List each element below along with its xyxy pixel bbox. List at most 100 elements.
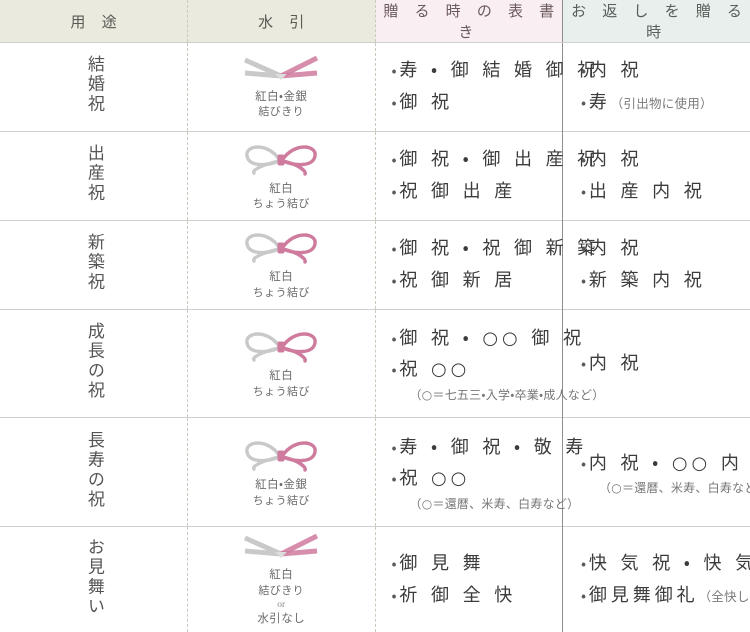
entry-line: ・内 祝 ・ ○○ 内 祝 [581,448,750,480]
mizuhiki-cell: 紅白 ちょう結び [187,220,376,310]
usage-label: お見舞い [83,538,104,618]
entry-line: ・新 築 内 祝 [581,265,750,297]
entry-text: 祝 御 出 産 [399,180,517,202]
bullet-icon: ・ [581,454,589,473]
mizuhiki-musubikiri-icon [244,55,319,80]
mizuhiki-label-line1: 紅白 [269,269,294,284]
usage-cell: お見舞い [0,526,188,632]
mizuhiki-cell: 紅白 ちょう結び [187,309,376,418]
table-row: 新築祝 紅白 ちょう結び ・御 祝 ・ 祝 御 新 築・祝 御 新 居・内 祝・新 … [0,220,750,310]
cell-note: （○＝七五三・入学・卒業・成人など） [409,387,605,402]
entry-text: 御 祝 ・ ○○ 御 祝 [399,327,585,349]
header-mizuhiki: 水 引 [187,0,376,43]
bullet-icon: ・ [581,93,589,112]
usage-cell: 結婚祝 [0,42,188,132]
mizuhiki-label-line1: 紅白・金銀 [255,477,308,492]
giving-cell: ・御 見 舞・祈 御 全 快 [375,526,563,632]
entry-text: 御 祝 ・ 御 出 産 祝 [399,149,600,171]
entry-text: 寿 ・ 御 祝 ・ 敬 寿 [399,436,588,458]
bullet-icon: ・ [581,62,589,81]
mizuhiki-wrap: 紅白 ちょう結び [188,327,375,399]
usage-cell: 出産祝 [0,131,188,221]
mizuhiki-wrap: 紅白 結びきり or 水引なし [188,532,375,626]
usage-cell: 新築祝 [0,220,188,310]
bullet-icon: ・ [581,586,589,605]
bullet-icon: ・ [581,354,589,373]
mizuhiki-wrap: 紅白 ちょう結び [188,140,375,212]
giving-cell: ・寿 ・ 御 結 婚 御 祝・御 祝 [375,42,596,132]
entry-line: ・快 気 祝 ・ 快 気 内 祝 [581,548,750,580]
header-return: お 返 し を 贈 る 時 [562,0,750,43]
entry-line: ・御見舞御礼（全快していない時） [581,580,750,612]
entry-text: 御 祝 [399,91,453,113]
bullet-icon: ・ [581,151,589,170]
entry-line: ・御 祝 ・ 祝 御 新 築 [392,233,596,265]
entry-line: ・寿（引出物に使用） [581,87,750,119]
cell-note: （○＝還暦、米寿、白寿など） [599,481,750,496]
entry-text: 内 祝 ・ ○○ 内 祝 [588,452,750,474]
entry-text: 御 祝 ・ 祝 御 新 築 [399,238,600,260]
mizuhiki-chomusubi-icon [245,233,317,265]
entry-text: 御見舞御礼 [588,584,699,606]
mizuhiki-wrap: 紅白 ちょう結び [188,228,375,300]
entry-line: ・祝 ○○ [392,463,563,495]
giving-cell: ・寿 ・ 御 祝 ・ 敬 寿・祝 ○○ （○＝還暦、米寿、白寿など） [375,417,584,527]
entry-line: ・祈 御 全 快 [392,580,563,612]
usage-label: 結婚祝 [83,55,104,115]
entry-note: （全快していない時） [698,588,750,604]
usage-label: 出産祝 [83,144,104,204]
entry-line: ・内 祝 [581,144,750,176]
mizuhiki-label-line2: ちょう結び [252,493,310,507]
header-giving: 贈 る 時 の 表 書 き [375,0,563,43]
usage-label: 成長の祝 [83,322,104,401]
entry-text: 内 祝 [588,352,643,374]
entry-line: ・祝 ○○ [392,354,563,386]
mizuhiki-label-line2: 結びきり [258,583,305,597]
giving-cell: ・御 祝 ・ 祝 御 新 築・祝 御 新 居 [375,220,596,310]
table-row: お見舞い 紅白 結びきり or 水引なし ・御 見 舞・祈 御 全 快・快 気 祝 ・ … [0,526,750,632]
entry-line: ・祝 御 新 居 [392,265,563,297]
entry-line: ・内 祝 [581,348,750,380]
mizuhiki-label-line3: 水引なし [257,611,306,626]
mizuhiki-label-line2: 結びきり [258,105,305,119]
mizuhiki-wrap: 紅白・金銀 結びきり [188,54,375,120]
mizuhiki-label-line2: ちょう結び [252,384,310,398]
entry-text: 出 産 内 祝 [588,180,706,202]
header-use: 用 途 [0,0,188,43]
header-row: 用 途 水 引 贈 る 時 の 表 書 き お 返 し を 贈 る 時 [0,0,750,43]
gift-etiquette-table: 用 途 水 引 贈 る 時 の 表 書 き お 返 し を 贈 る 時 結婚祝 … [0,0,750,632]
entry-line: ・出 産 内 祝 [581,176,750,208]
entry-line: ・寿 ・ 御 祝 ・ 敬 寿 [392,432,584,464]
mizuhiki-label-line1: 紅白 [269,567,294,582]
mizuhiki-label-line2: ちょう結び [252,285,310,299]
giving-cell: ・御 祝 ・ 御 出 産 祝・祝 御 出 産 [375,131,595,221]
return-cell: ・内 祝 ・ ○○ 内 祝（○＝還暦、米寿、白寿など） [562,417,750,527]
bullet-icon: ・ [581,182,589,201]
bullet-icon: ・ [581,240,589,259]
mizuhiki-cell: 紅白・金銀 ちょう結び [187,417,376,527]
usage-cell: 長寿の祝 [0,417,188,527]
return-cell: ・内 祝・寿（引出物に使用） [562,42,750,132]
entry-text: 祝 ○○ [399,359,471,381]
table-row: 出産祝 紅白 ちょう結び ・御 祝 ・ 御 出 産 祝・祝 御 出 産・内 祝・出 … [0,131,750,221]
usage-cell: 成長の祝 [0,309,188,418]
mizuhiki-label-line1: 紅白・金銀 [255,88,308,103]
entry-text: 内 祝 [588,238,643,260]
table-row: 成長の祝 紅白 ちょう結び ・御 祝 ・ ○○ 御 祝・祝 ○○ （○＝七五三・入学・… [0,309,750,418]
mizuhiki-wrap: 紅白・金銀 ちょう結び [188,436,375,508]
mizuhiki-label-line2: ちょう結び [252,197,310,211]
return-cell: ・内 祝・新 築 内 祝 [562,220,750,310]
entry-line: ・御 見 舞 [392,548,563,580]
entry-text: 祈 御 全 快 [399,584,517,606]
entry-text: 寿 [588,91,611,113]
entry-text: 寿 ・ 御 結 婚 御 祝 [399,60,600,82]
entry-text: 御 見 舞 [399,553,485,575]
return-cell: ・内 祝・出 産 内 祝 [562,131,750,221]
entry-text: 内 祝 [588,60,643,82]
mizuhiki-cell: 紅白 ちょう結び [187,131,376,221]
table-header: 用 途 水 引 贈 る 時 の 表 書 き お 返 し を 贈 る 時 [0,0,750,43]
bullet-icon: ・ [581,271,589,290]
entry-line: ・御 祝 ・ ○○ 御 祝 [392,323,582,355]
entry-line: ・寿 ・ 御 結 婚 御 祝 [392,55,596,87]
mizuhiki-cell: 紅白 結びきり or 水引なし [187,526,376,632]
